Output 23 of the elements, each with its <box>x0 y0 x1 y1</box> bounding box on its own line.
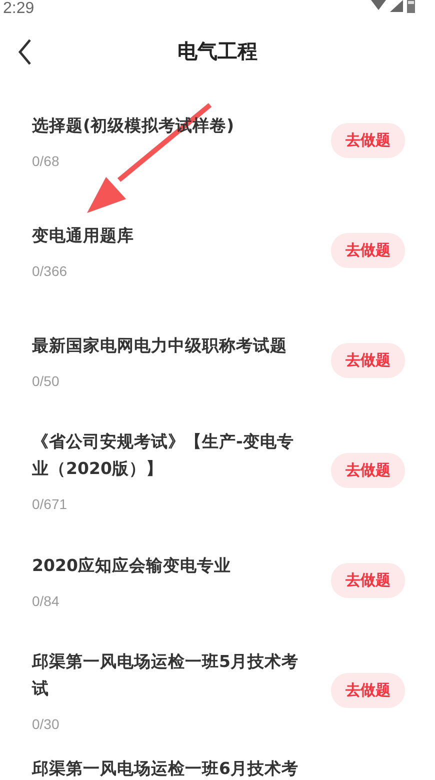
exam-title: 邱渠第一风电场运检一班5月技术考试 <box>32 651 300 700</box>
start-practice-button[interactable]: 去做题 <box>331 342 405 378</box>
exam-title: 变电通用题库 <box>32 224 135 246</box>
exam-title: 《省公司安规考试》【生产-变电专业（2020版）】 <box>32 431 295 480</box>
clock-time: 2:29 <box>3 0 34 18</box>
exam-title: 邱渠第一风电场运检一班6月技术考 <box>32 759 300 779</box>
page-title: 电气工程 <box>176 38 258 65</box>
progress-count: 0/30 <box>32 716 60 732</box>
start-practice-button[interactable]: 去做题 <box>331 122 405 158</box>
exam-title: 2020应知应会输变电专业 <box>32 554 232 576</box>
wifi-icon <box>371 0 386 10</box>
progress-count: 0/671 <box>32 496 68 512</box>
progress-count: 0/84 <box>32 592 60 608</box>
exam-title: 最新国家电网电力中级职称考试题 <box>32 334 288 356</box>
start-practice-button[interactable]: 去做题 <box>331 672 405 708</box>
start-practice-button[interactable]: 去做题 <box>331 232 405 268</box>
start-practice-button[interactable]: 去做题 <box>331 562 405 598</box>
progress-count: 0/366 <box>32 262 68 278</box>
signal-icon <box>390 0 403 12</box>
battery-icon <box>407 0 415 13</box>
start-practice-button[interactable]: 去做题 <box>331 452 405 488</box>
progress-count: 0/50 <box>32 372 60 388</box>
progress-count: 0/68 <box>32 152 60 168</box>
